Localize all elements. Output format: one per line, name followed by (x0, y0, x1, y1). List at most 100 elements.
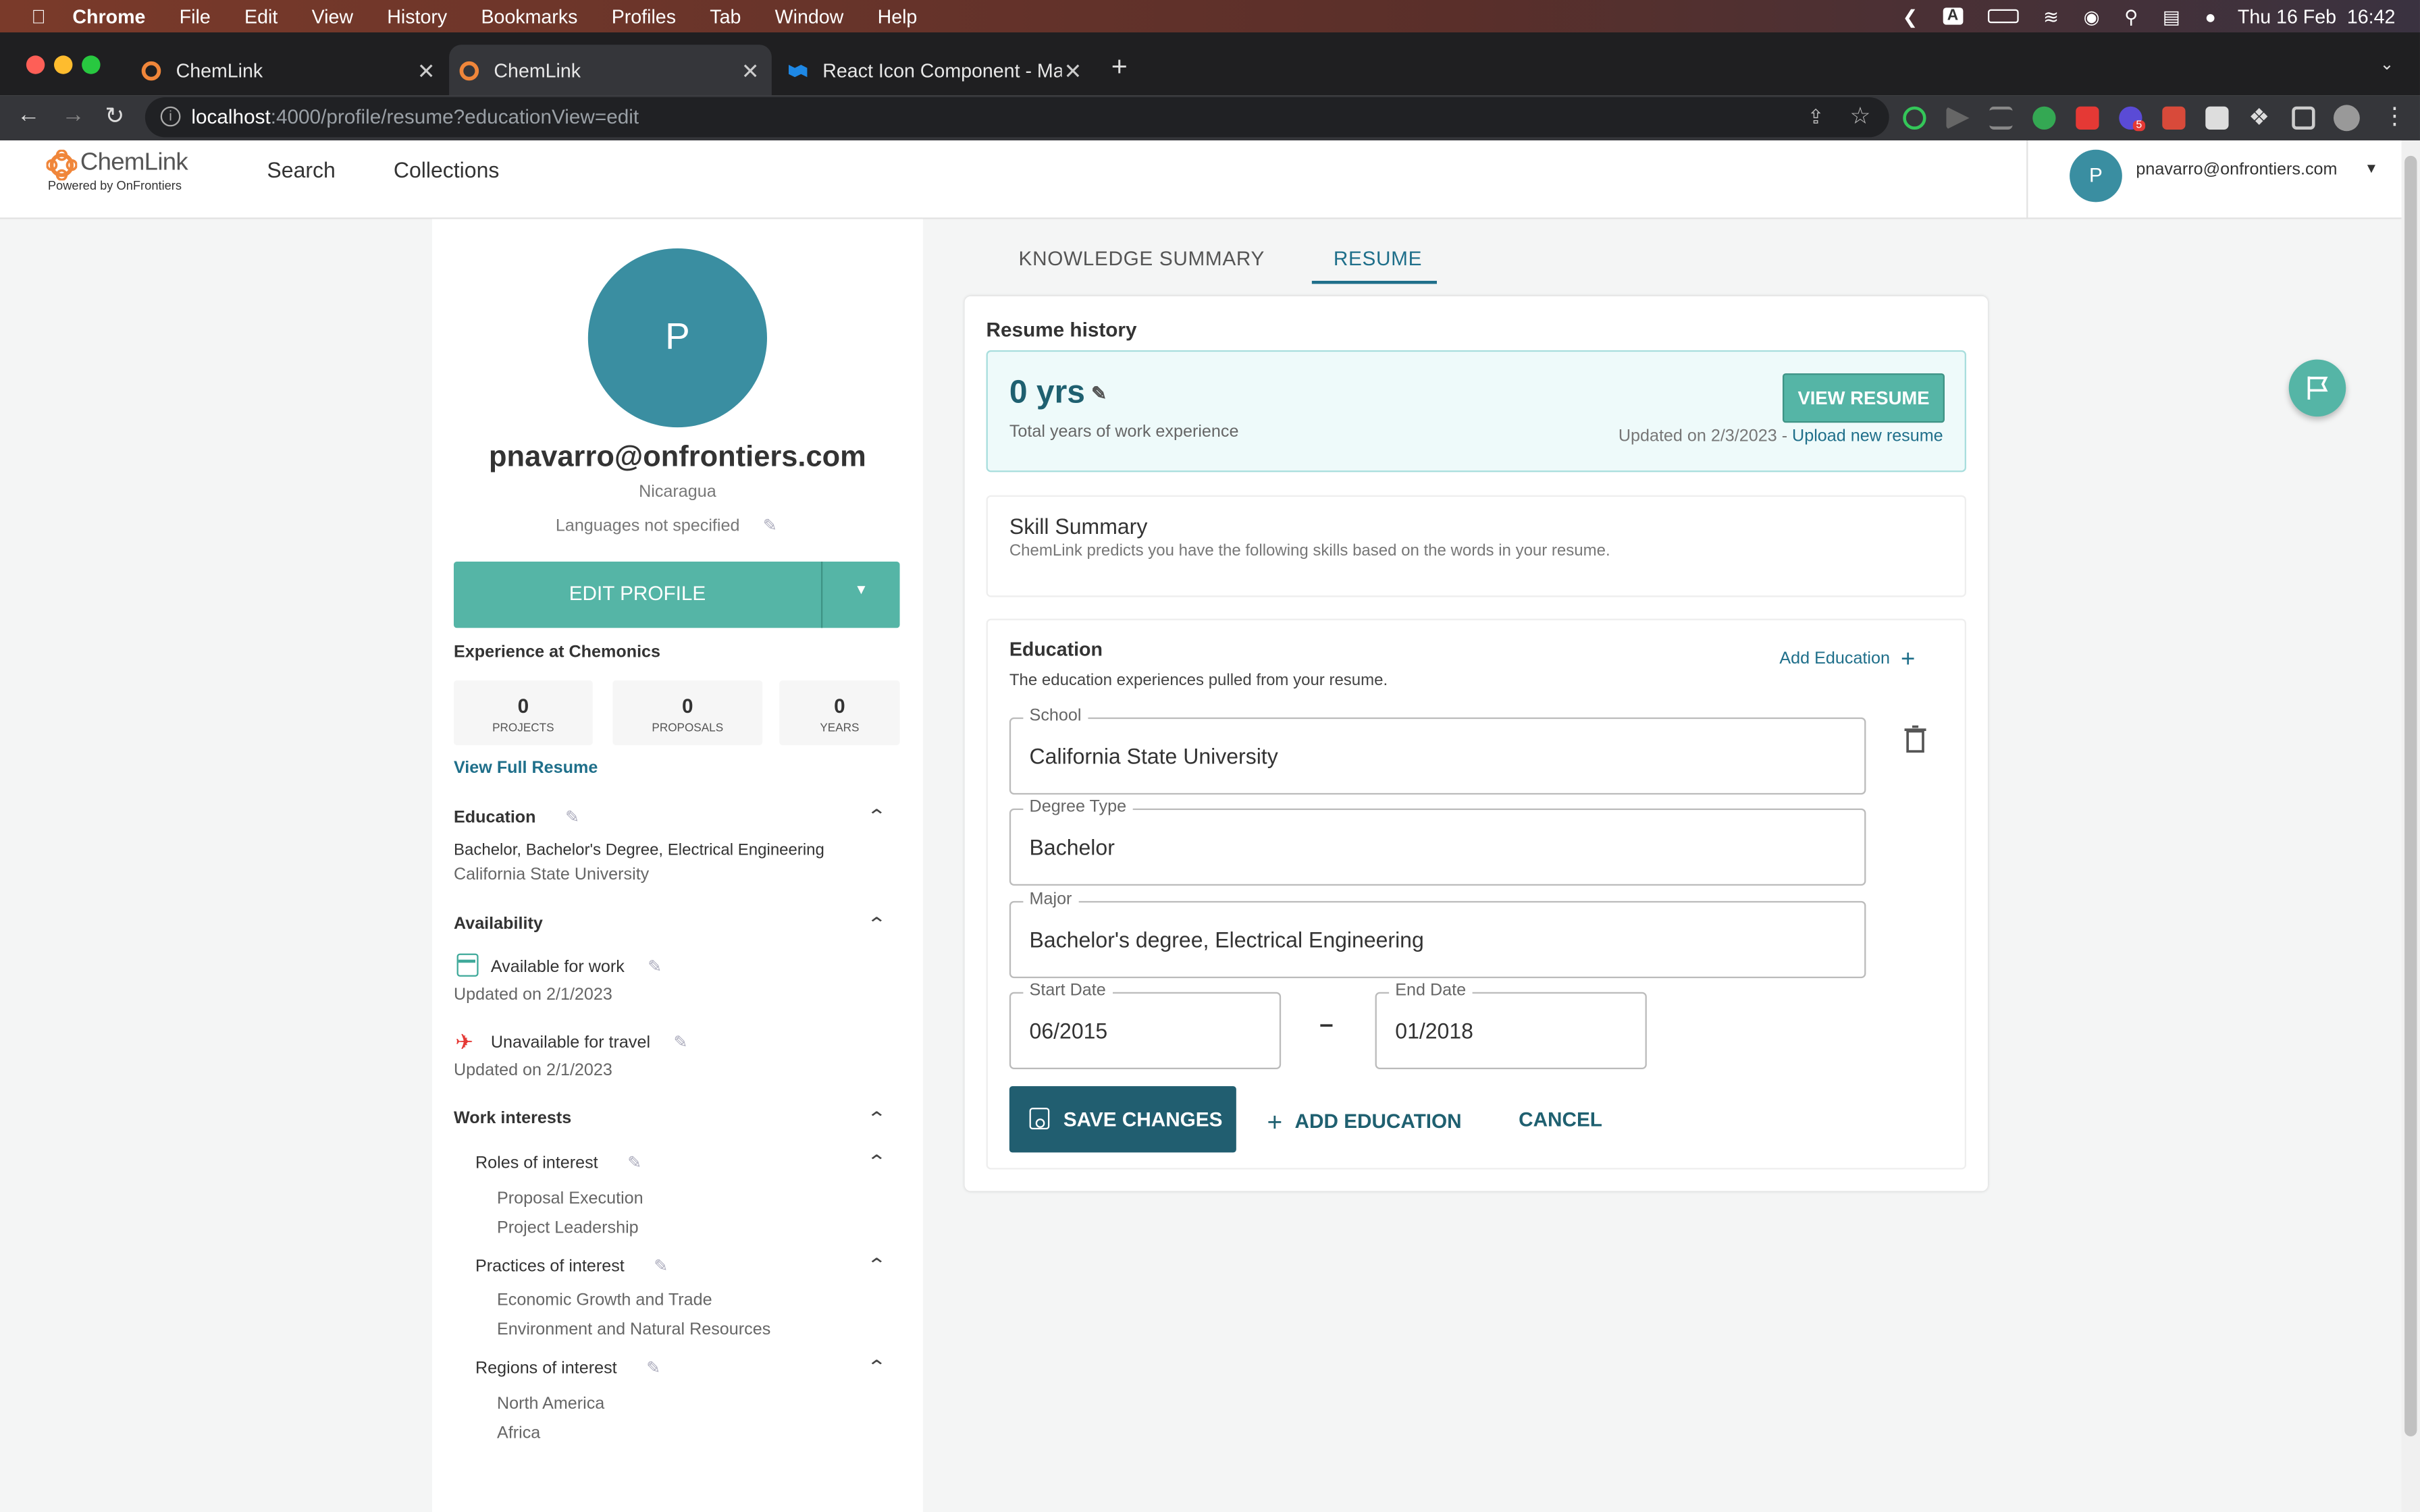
extension-play-icon[interactable] (1946, 106, 1970, 130)
chevron-up-icon[interactable]: ⌃ (866, 1356, 887, 1378)
close-tab-icon[interactable]: ✕ (1063, 59, 1082, 85)
chrome-menu-icon[interactable]: ⋮ (2383, 102, 2406, 130)
flag-fab-button[interactable] (2288, 359, 2346, 417)
end-date-value[interactable]: 01/2018 (1395, 1019, 1473, 1044)
profile-country: Nicaragua (639, 483, 716, 502)
menubar-clock[interactable]: Thu 16 Feb 16:42 (2238, 5, 2395, 27)
education-heading-label: Education (453, 808, 536, 828)
share-icon[interactable]: ⇪ (1808, 97, 1824, 137)
extension-green-icon[interactable] (2032, 106, 2056, 130)
chevron-up-icon[interactable]: ⌃ (866, 805, 887, 827)
browser-tab-3[interactable]: React Icon Component - Mater ✕ (778, 45, 1095, 95)
chevron-up-icon[interactable]: ⌃ (866, 1108, 887, 1129)
nav-search[interactable]: Search (267, 157, 335, 182)
upload-new-resume-link[interactable]: Upload new resume (1792, 427, 1943, 446)
bookmark-star-icon[interactable]: ☆ (1850, 97, 1871, 137)
extension-doc-icon[interactable] (2205, 106, 2229, 130)
minimize-window-button[interactable] (53, 55, 73, 74)
cancel-button[interactable]: CANCEL (1519, 1108, 1602, 1131)
extension-1-icon[interactable] (1903, 106, 1926, 130)
menu-chrome[interactable]: Chrome (72, 5, 145, 27)
chevron-left-icon[interactable]: ❮ (1902, 5, 1918, 27)
tab-resume[interactable]: RESUME (1334, 247, 1422, 270)
maximize-window-button[interactable] (82, 55, 101, 74)
school-field[interactable]: School California State University (1009, 706, 1866, 795)
save-changes-button[interactable]: SAVE CHANGES (1009, 1086, 1236, 1153)
chevron-up-icon[interactable]: ⌃ (866, 913, 887, 935)
menu-window[interactable]: Window (775, 5, 844, 27)
edit-regions-pencil-icon[interactable]: ✎ (646, 1357, 660, 1378)
tab-search-chevron-icon[interactable]: ⌄ (2380, 54, 2394, 74)
start-date-value[interactable]: 06/2015 (1030, 1019, 1108, 1044)
stat-label: PROJECTS (492, 720, 554, 734)
control-center-icon[interactable]: ▤ (2163, 5, 2180, 27)
user-email[interactable]: pnavarro@onfrontiers.com (2136, 161, 2337, 179)
flag-icon (2307, 376, 2328, 400)
scrollbar-thumb[interactable] (2404, 155, 2417, 1436)
forward-arrow-icon[interactable]: → (61, 102, 84, 128)
menu-edit[interactable]: Edit (244, 5, 278, 27)
battery-icon[interactable] (1987, 9, 2019, 24)
chevron-up-icon[interactable]: ⌃ (866, 1151, 887, 1172)
extension-camera-icon[interactable] (2162, 106, 2186, 130)
major-value[interactable]: Bachelor's degree, Electrical Engineerin… (1030, 927, 1424, 952)
user-icon[interactable]: ◉ (2084, 5, 2100, 27)
edit-roles-pencil-icon[interactable]: ✎ (627, 1152, 641, 1172)
side-panel-icon[interactable] (2292, 106, 2315, 130)
page-scrollbar[interactable] (2401, 140, 2420, 1512)
back-arrow-icon[interactable]: ← (17, 102, 40, 128)
site-info-icon[interactable]: i (160, 106, 181, 127)
new-tab-plus-icon[interactable]: + (1111, 51, 1128, 83)
start-date-field[interactable]: Start Date 06/2015 (1009, 981, 1282, 1069)
edit-years-pencil-icon[interactable]: ✎ (1091, 383, 1107, 404)
menu-file[interactable]: File (180, 5, 211, 27)
degree-type-field[interactable]: Degree Type Bachelor (1009, 797, 1866, 886)
wifi-icon[interactable]: ≋ (2043, 5, 2059, 27)
tab-knowledge-summary[interactable]: KNOWLEDGE SUMMARY (1019, 247, 1265, 270)
close-window-button[interactable] (26, 55, 45, 74)
delete-trash-icon[interactable] (1903, 725, 1928, 753)
edit-profile-button[interactable]: EDIT PROFILE ▼ (453, 561, 900, 628)
extensions-puzzle-icon[interactable]: ❖ (2248, 103, 2269, 131)
edit-languages-pencil-icon[interactable]: ✎ (763, 515, 777, 535)
chevron-up-icon[interactable]: ⌃ (866, 1254, 887, 1276)
apple-icon[interactable]:  (28, 5, 49, 27)
edit-travel-pencil-icon[interactable]: ✎ (673, 1032, 687, 1052)
add-education-link[interactable]: Add Education + (1779, 647, 1915, 674)
siri-icon[interactable]: ● (2205, 5, 2216, 27)
close-tab-icon[interactable]: ✕ (417, 59, 436, 85)
menu-history[interactable]: History (387, 5, 447, 27)
avatar[interactable]: P (2070, 149, 2122, 202)
address-bar[interactable]: i localhost:4000/profile/resume?educatio… (144, 97, 1889, 138)
extension-badge-icon[interactable]: 5 (2119, 106, 2145, 132)
edit-availability-pencil-icon[interactable]: ✎ (648, 956, 662, 976)
view-resume-button[interactable]: VIEW RESUME (1782, 373, 1945, 423)
view-full-resume-link[interactable]: View Full Resume (454, 759, 598, 778)
user-menu[interactable]: P pnavarro@onfrontiers.com ▼ (2026, 140, 2401, 219)
extension-red-icon[interactable] (2076, 106, 2099, 130)
add-education-button[interactable]: + ADD EDUCATION (1267, 1108, 1462, 1139)
profile-avatar-icon[interactable] (2333, 105, 2360, 132)
browser-tab-2-active[interactable]: ChemLink ✕ (449, 45, 772, 96)
close-tab-icon[interactable]: ✕ (741, 59, 760, 85)
edit-profile-dropdown-icon[interactable]: ▼ (822, 582, 899, 597)
input-source-icon[interactable]: A (1942, 7, 1964, 25)
end-date-field[interactable]: End Date 01/2018 (1375, 981, 1647, 1069)
browser-tab-1[interactable]: ChemLink ✕ (131, 45, 448, 95)
spotlight-search-icon[interactable]: ⚲ (2124, 5, 2138, 27)
menu-help[interactable]: Help (878, 5, 918, 27)
menu-bookmarks[interactable]: Bookmarks (481, 5, 577, 27)
nav-collections[interactable]: Collections (394, 157, 500, 182)
reload-icon[interactable]: ↻ (105, 102, 124, 130)
menu-tab[interactable]: Tab (710, 5, 741, 27)
tab-title: React Icon Component - Mater (822, 59, 1062, 81)
edit-practices-pencil-icon[interactable]: ✎ (654, 1256, 668, 1276)
menu-view[interactable]: View (312, 5, 353, 27)
school-value[interactable]: California State University (1030, 744, 1278, 769)
menu-profiles[interactable]: Profiles (612, 5, 676, 27)
edit-education-pencil-icon[interactable]: ✎ (565, 807, 579, 827)
major-field[interactable]: Major Bachelor's degree, Electrical Engi… (1009, 890, 1866, 979)
degree-type-value[interactable]: Bachelor (1030, 835, 1115, 860)
extension-list-icon[interactable] (1989, 106, 2013, 130)
caret-down-icon[interactable]: ▼ (2365, 161, 2378, 176)
